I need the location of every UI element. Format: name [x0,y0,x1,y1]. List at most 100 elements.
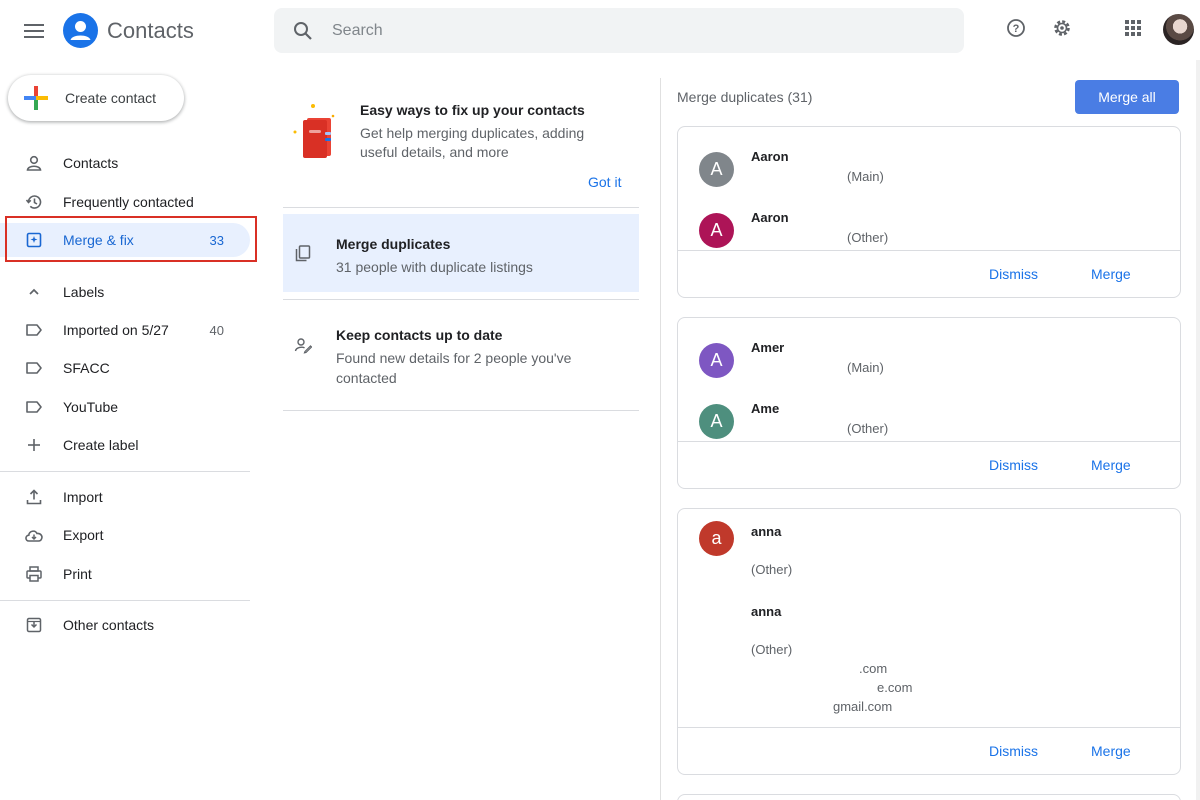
create-label-button[interactable]: Create label [0,428,250,462]
contacts-logo-icon[interactable] [63,13,98,48]
merge-button[interactable]: Merge [1091,743,1131,759]
keep-contacts-title: Keep contacts up to date [336,327,503,343]
merge-duplicates-desc: 31 people with duplicate listings [336,259,533,275]
sidebar-item-label: SFACC [63,360,110,376]
sidebar-item-frequently-contacted[interactable]: Frequently contacted [0,185,250,219]
merge-fix-icon [24,230,44,250]
duplicate-contact[interactable]: A Amer (Main) [678,330,1180,390]
sidebar-item-label: Frequently contacted [63,194,194,210]
tip-title: Easy ways to fix up your contacts [360,102,585,118]
contact-avatar: A [699,343,734,378]
merge-button[interactable]: Merge [1091,457,1131,473]
sidebar-item-other-contacts[interactable]: Other contacts [0,608,250,642]
sidebar-item-label: YouTube [63,399,119,415]
upload-icon [24,487,44,507]
panel-separator [660,78,661,800]
sidebar-label-imported[interactable]: Imported on 5/27 40 [0,313,250,347]
merge-button[interactable]: Merge [1091,266,1131,282]
address-book-illustration-icon [289,102,341,162]
contact-name: anna [751,524,782,539]
contact-source: (Other) [847,230,889,245]
duplicate-contact[interactable]: anna (Other) .com e.com gmail.com [678,599,1180,719]
other-contacts-icon [24,615,44,635]
contact-source: (Main) [847,360,884,375]
copy-icon [293,243,313,263]
card-actions: Dismiss Merge [678,441,1180,488]
merge-all-button[interactable]: Merge all [1075,80,1179,114]
contact-avatar: A [699,152,734,187]
sidebar-item-label: Contacts [63,155,119,171]
card-actions: Dismiss Merge [678,727,1180,774]
scrollbar[interactable] [1196,60,1200,800]
create-contact-label: Create contact [65,90,157,106]
help-icon[interactable]: ? [1000,12,1032,44]
contact-name: Aaron [751,210,789,225]
tip-description: Get help merging duplicates, adding usef… [360,125,585,160]
apps-grid-icon[interactable] [1117,12,1149,44]
panel-divider [283,207,639,208]
plus-icon [22,84,50,112]
duplicate-contact[interactable]: A Aaron (Main) [678,139,1180,199]
app-title[interactable]: Contacts [107,18,194,44]
sidebar-item-label: Print [63,566,92,582]
duplicate-card: A Aaron (Main) A Aaron (Other) Dismiss M… [677,126,1181,298]
contact-name: Amer [751,340,785,355]
duplicate-card: a anna (Other) anna (Other) .com e.com g… [677,508,1181,775]
create-contact-button[interactable]: Create contact [8,75,184,121]
contact-source: (Main) [847,169,884,184]
label-icon [24,358,44,378]
search-bar[interactable] [274,8,964,53]
label-icon [24,320,44,340]
contact-email: gmail.com [833,699,893,714]
history-icon [24,192,44,212]
contact-avatar: a [699,521,734,556]
sidebar-item-print[interactable]: Print [0,557,250,591]
person-icon [24,153,44,173]
search-input[interactable] [332,10,932,51]
svg-text:?: ? [1013,23,1020,35]
search-icon[interactable] [274,8,332,53]
top-app-bar: Contacts ? [0,0,1200,64]
labels-heading: Labels [63,284,105,300]
sidebar-item-contacts[interactable]: Contacts [0,146,250,180]
contact-source: (Other) [751,642,793,657]
contact-source: (Other) [751,562,793,577]
contact-avatar: A [699,213,734,248]
duplicate-card: A Amer (Main) A Ame (Other) Dismiss Merg… [677,317,1181,489]
sidebar-item-label: Import [63,489,103,505]
plus-icon [24,435,44,455]
contact-email: e.com [877,680,913,695]
sidebar-label-sfacc[interactable]: SFACC [0,351,250,385]
contact-name: Ame [751,401,780,416]
user-avatar[interactable] [1163,14,1194,45]
contact-name: Aaron [751,149,789,164]
keep-contacts-up-to-date-item[interactable]: Keep contacts up to date Found new detai… [283,300,639,410]
dismiss-button[interactable]: Dismiss [989,743,1038,759]
sidebar-item-label: Other contacts [63,617,155,633]
sidebar-item-merge-fix[interactable]: Merge & fix 33 [0,223,250,257]
printer-icon [24,564,44,584]
labels-section-toggle[interactable]: Labels [0,275,250,309]
sidebar-divider [0,471,250,472]
merge-duplicates-heading: Merge duplicates (31) [677,89,813,105]
menu-icon[interactable] [14,11,54,51]
contact-email: .com [859,661,888,676]
contact-avatar: A [699,404,734,439]
sidebar-item-count: 40 [209,322,224,338]
got-it-button[interactable]: Got it [588,174,621,190]
sidebar-item-export[interactable]: Export [0,518,250,552]
contact-name: anna [751,604,782,619]
sidebar-item-label: Create label [63,437,139,453]
sidebar-label-youtube[interactable]: YouTube [0,390,250,424]
dismiss-button[interactable]: Dismiss [989,457,1038,473]
sidebar-item-import[interactable]: Import [0,480,250,514]
duplicate-contact[interactable]: a anna (Other) [678,519,1180,593]
sidebar-item-count: 33 [209,232,224,248]
gear-icon[interactable] [1046,12,1078,44]
sidebar-item-label: Imported on 5/27 [63,322,169,338]
merge-duplicates-item[interactable]: Merge duplicates 31 people with duplicat… [283,214,639,292]
sidebar-divider [0,600,250,601]
merge-duplicates-title: Merge duplicates [336,236,451,252]
person-edit-icon [293,335,313,355]
dismiss-button[interactable]: Dismiss [989,266,1038,282]
